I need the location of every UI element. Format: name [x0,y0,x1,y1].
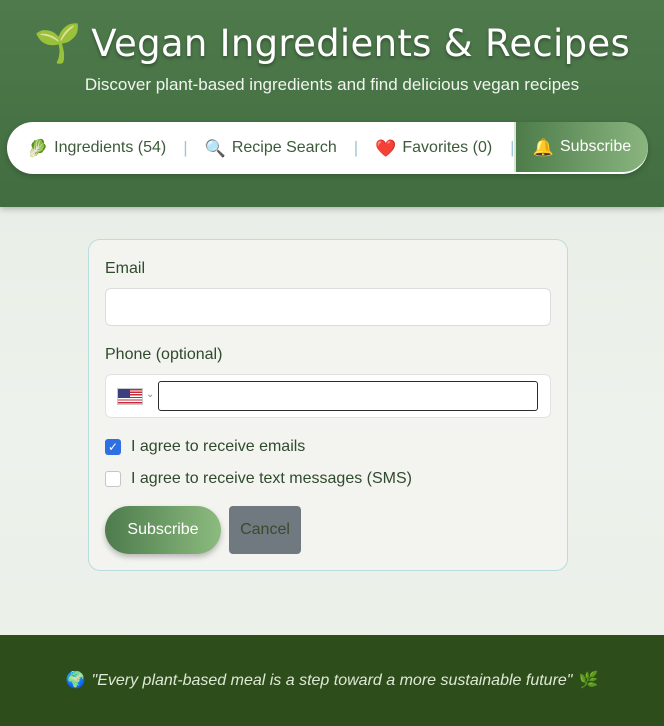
cancel-button[interactable]: Cancel [229,506,301,554]
nav-ingredients-label: Ingredients (54) [54,139,167,156]
globe-icon: 🌍 [65,671,86,689]
nav-ingredients[interactable]: 🥬 Ingredients (54) [27,139,166,157]
bell-icon: 🔔 [532,137,554,157]
nav-separator: | [183,138,188,157]
agree-emails-label: I agree to receive emails [131,438,306,455]
nav-recipe-search-label: Recipe Search [231,139,337,156]
nav-favorites[interactable]: ❤️ Favorites (0) [375,139,492,157]
leafy-green-icon: 🥬 [27,138,49,158]
phone-field-wrapper: ⌄ [105,374,551,418]
subscribe-button[interactable]: Subscribe [105,506,221,554]
subscribe-form: Email Phone (optional) ⌄ ✓ I agree to re… [88,239,568,571]
phone-label: Phone (optional) [105,346,223,363]
agree-sms-label: I agree to receive text messages (SMS) [131,470,412,487]
nav-recipe-search[interactable]: 🔍 Recipe Search [205,139,337,157]
agree-sms-row[interactable]: I agree to receive text messages (SMS) [105,470,412,488]
page-title: Vegan Ingredients & Recipes [91,21,631,65]
phone-field[interactable] [158,381,538,411]
magnifier-icon: 🔍 [204,138,226,158]
agree-emails-checkbox[interactable]: ✓ [105,439,121,455]
site-header: 🌱 Vegan Ingredients & Recipes Discover p… [0,0,664,207]
page-subtitle: Discover plant-based ingredients and fin… [84,75,580,94]
main-nav: 🥬 Ingredients (54) | 🔍 Recipe Search | ❤… [7,122,648,174]
herb-icon: 🌿 [578,671,599,689]
site-footer: 🌍 "Every plant-based meal is a step towa… [0,635,664,726]
nav-separator: | [353,138,359,157]
footer-quote: "Every plant-based meal is a step toward… [91,671,573,689]
nav-subscribe-label: Subscribe [560,138,632,155]
chevron-down-icon[interactable]: ⌄ [146,389,154,400]
title-row: 🌱 Vegan Ingredients & Recipes [0,18,664,68]
us-flag-icon[interactable] [117,388,143,405]
email-label: Email [105,260,146,277]
nav-favorites-label: Favorites (0) [402,139,493,156]
email-field[interactable] [105,288,551,326]
agree-sms-checkbox[interactable] [105,471,121,487]
heart-icon: ❤️ [375,138,397,158]
seedling-icon: 🌱 [33,21,82,65]
agree-emails-row[interactable]: ✓ I agree to receive emails [105,438,305,456]
nav-subscribe[interactable]: 🔔 Subscribe [514,122,648,172]
